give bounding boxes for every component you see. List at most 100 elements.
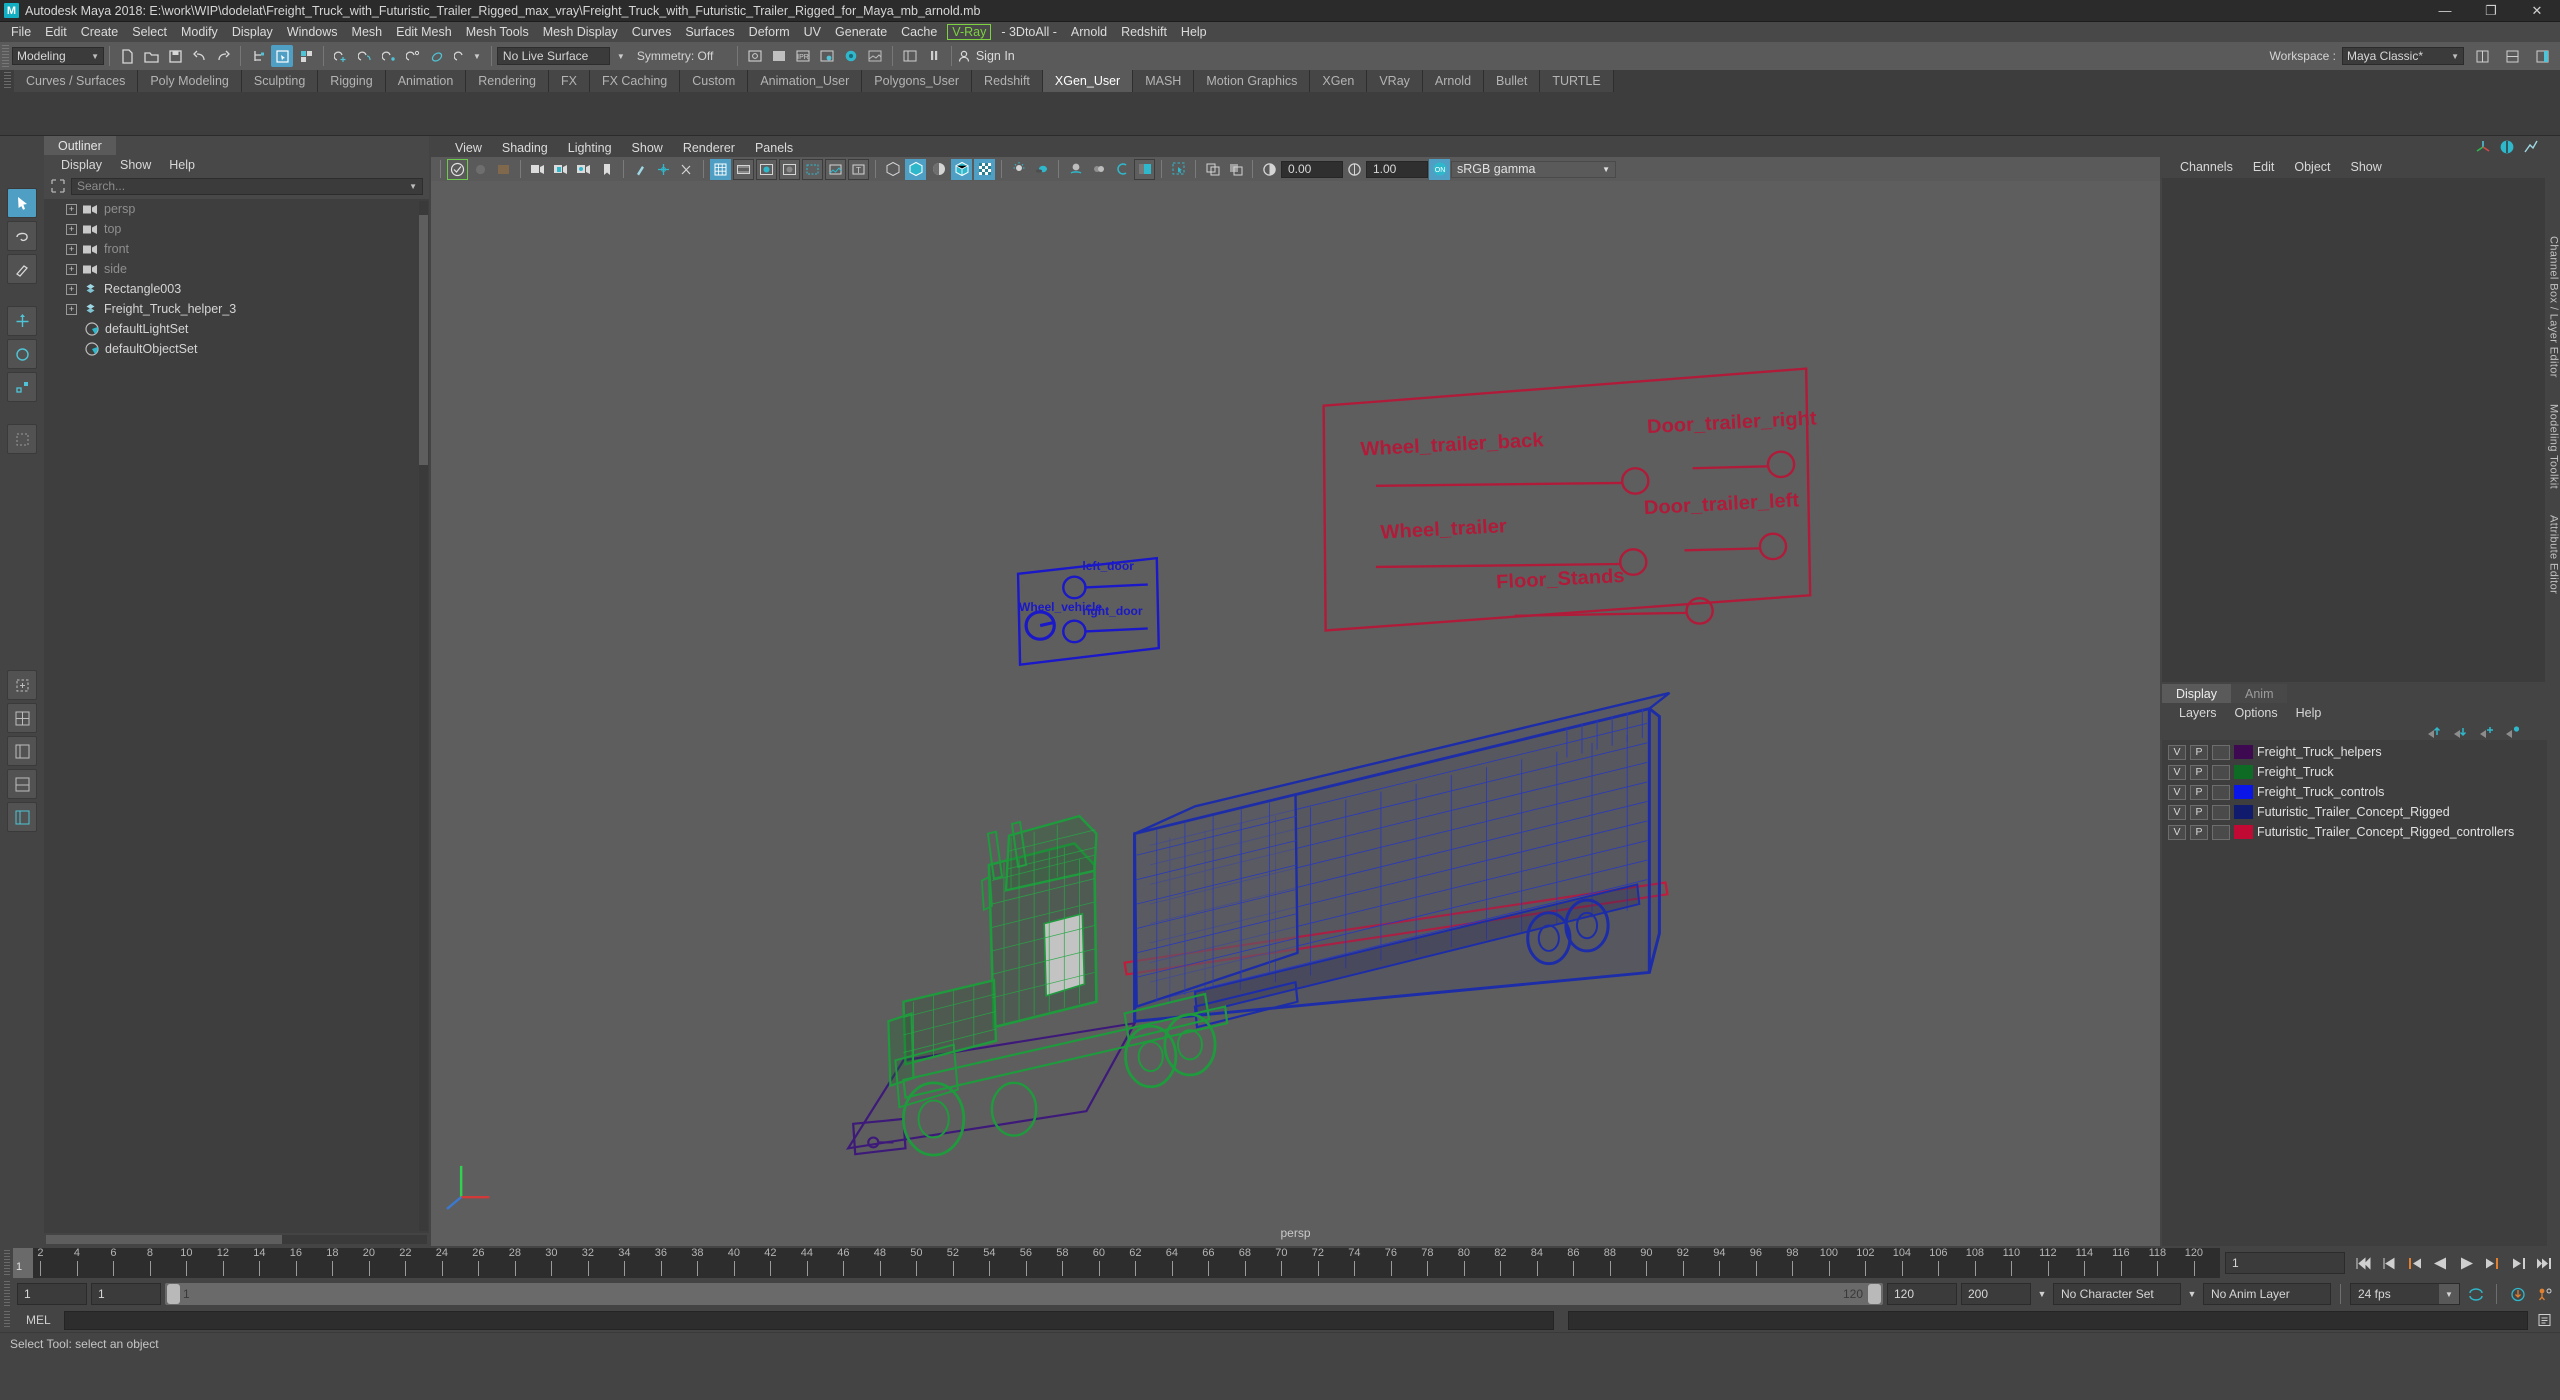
toggle-ui-button[interactable]: [899, 45, 921, 67]
layer-visibility-toggle[interactable]: V: [2168, 784, 2186, 800]
select-by-component-type-button[interactable]: [295, 45, 317, 67]
menu-item-cache[interactable]: Cache: [894, 22, 944, 42]
shelf-tab-arnold[interactable]: Arnold: [1422, 70, 1485, 92]
playback-loop-button[interactable]: [2464, 1283, 2487, 1305]
layer-display-type-toggle[interactable]: [2212, 784, 2230, 800]
live-surface-field[interactable]: No Live Surface: [496, 47, 610, 65]
maximize-button[interactable]: ❐: [2468, 0, 2514, 22]
color-management-toggle-icon[interactable]: ON: [1429, 158, 1450, 180]
outliner-item-side[interactable]: + side: [44, 259, 429, 279]
shelf-tab-curves-surfaces[interactable]: Curves / Surfaces: [14, 70, 139, 92]
go-to-end-button[interactable]: [2533, 1252, 2556, 1274]
grid-icon[interactable]: [710, 158, 731, 180]
menu-item-deform[interactable]: Deform: [742, 22, 797, 42]
command-input-field[interactable]: [63, 1310, 1554, 1330]
viewport-3d[interactable]: Wheel_trailer_back Door_trailer_right Wh…: [431, 181, 2160, 1246]
new-layer-icon[interactable]: [2478, 724, 2495, 739]
layer-menu-help[interactable]: Help: [2287, 706, 2331, 720]
gamma-icon[interactable]: [1344, 159, 1365, 180]
snap-to-projected-center-button[interactable]: [402, 45, 424, 67]
outliner-tree[interactable]: + persp + top + front + side + Rectangle003 + Freig…: [44, 199, 429, 1233]
layer-playback-toggle[interactable]: P: [2190, 824, 2208, 840]
playback-speed-selector[interactable]: 24 fps ▼: [2350, 1283, 2460, 1305]
current-time-field[interactable]: 1: [2225, 1252, 2345, 1274]
layer-display-type-toggle[interactable]: [2212, 744, 2230, 760]
move-layer-down-icon[interactable]: [2452, 724, 2469, 739]
outliner-menu-help[interactable]: Help: [160, 158, 204, 172]
snap-to-curve-button[interactable]: [354, 45, 376, 67]
layer-playback-toggle[interactable]: P: [2190, 804, 2208, 820]
channel-box-menu-edit[interactable]: Edit: [2243, 160, 2285, 174]
viewport-menu-shading[interactable]: Shading: [492, 141, 558, 155]
viewport-menu-view[interactable]: View: [445, 141, 492, 155]
outliner-horizontal-scrollbar[interactable]: [44, 1233, 429, 1246]
gate-mask-icon[interactable]: [779, 158, 800, 180]
go-to-start-button[interactable]: [2351, 1252, 2374, 1274]
layer-display-type-toggle[interactable]: [2212, 804, 2230, 820]
film-origin-icon[interactable]: [802, 158, 823, 180]
depth-of-field-icon[interactable]: [1134, 158, 1155, 180]
layer-editor-tab-anim[interactable]: Anim: [2231, 684, 2288, 703]
step-back-frame-button[interactable]: [2403, 1252, 2426, 1274]
xray-mode-icon[interactable]: [1202, 159, 1223, 180]
layer-color-swatch[interactable]: [2234, 765, 2253, 779]
shelf-tab-fx[interactable]: FX: [548, 70, 590, 92]
layer-visibility-toggle[interactable]: V: [2168, 824, 2186, 840]
save-scene-button[interactable]: [164, 45, 186, 67]
time-slider-cursor[interactable]: 1: [13, 1248, 33, 1278]
shelf-tab-motion-graphics[interactable]: Motion Graphics: [1194, 70, 1311, 92]
layer-visibility-toggle[interactable]: V: [2168, 804, 2186, 820]
minimize-button[interactable]: —: [2422, 0, 2468, 22]
move-tool-button[interactable]: [7, 306, 37, 336]
filter-icon[interactable]: [50, 178, 66, 194]
shelf-tab-sculpting[interactable]: Sculpting: [241, 70, 319, 92]
channel-box-menu-channels[interactable]: Channels: [2170, 160, 2243, 174]
xray-joints-icon[interactable]: [653, 159, 674, 180]
menu-item-v-ray[interactable]: V-Ray: [947, 24, 992, 40]
menu-item-help[interactable]: Help: [1174, 22, 1214, 42]
undo-button[interactable]: [188, 45, 210, 67]
close-button[interactable]: ✕: [2514, 0, 2560, 22]
outliner-tab[interactable]: Outliner: [44, 136, 116, 155]
pause-button[interactable]: [923, 45, 945, 67]
viewport-menu-renderer[interactable]: Renderer: [673, 141, 745, 155]
lock-camera-icon[interactable]: [470, 159, 491, 180]
smooth-shade-selected-icon[interactable]: [928, 159, 949, 180]
time-slider[interactable]: 1 2 4 6 8 10 12 14 16 18 20 22 24 26 28 30 32 34 36 38 40 42…: [13, 1248, 2220, 1278]
persp-graph-layout-button[interactable]: [7, 769, 37, 799]
toggle-right-panel-button[interactable]: [2531, 45, 2553, 67]
outliner-menu-show[interactable]: Show: [111, 158, 160, 172]
anim-layer-field[interactable]: No Anim Layer: [2203, 1283, 2331, 1305]
resolution-gate-icon[interactable]: [756, 158, 777, 180]
expand-toggle-icon[interactable]: +: [66, 303, 77, 315]
last-tool-used-button[interactable]: [7, 424, 37, 454]
outliner-search-input[interactable]: Search... ▼: [71, 177, 423, 195]
expand-toggle-icon[interactable]: +: [66, 263, 77, 275]
character-set-chevron-icon[interactable]: ▼: [2035, 1283, 2049, 1305]
display-layer-row[interactable]: V P Freight_Truck_helpers: [2162, 742, 2547, 762]
outliner-item-freight_truck_helper_3[interactable]: + Freight_Truck_helper_3: [44, 299, 429, 319]
auto-keyframe-button[interactable]: [2506, 1283, 2529, 1305]
outliner-item-defaultlightset[interactable]: defaultLightSet: [44, 319, 429, 339]
menu-set-selector[interactable]: Modeling ▼: [12, 47, 104, 65]
menu-item-display[interactable]: Display: [225, 22, 280, 42]
outliner-vertical-scrollbar[interactable]: [419, 201, 428, 1231]
new-layer-from-selected-icon[interactable]: [2504, 724, 2521, 739]
wireframe-shading-icon[interactable]: [882, 159, 903, 180]
timeline-grip[interactable]: [4, 1250, 10, 1276]
motion-blur-icon[interactable]: [1088, 159, 1109, 180]
live-surface-chevron-icon[interactable]: ▼: [617, 52, 625, 61]
symmetry-field[interactable]: Symmetry: Off: [632, 47, 732, 65]
layer-menu-layers[interactable]: Layers: [2170, 706, 2226, 720]
render-view-button[interactable]: [864, 45, 886, 67]
select-tool-button[interactable]: [7, 188, 37, 218]
chevron-down-icon[interactable]: ▼: [409, 182, 417, 191]
text-overlay-icon[interactable]: T: [848, 158, 869, 180]
make-live-button[interactable]: [450, 45, 472, 67]
shelf-tab-xgen-user[interactable]: XGen_User: [1042, 70, 1134, 92]
ipr-render-button[interactable]: IPR: [792, 45, 814, 67]
select-camera-icon[interactable]: [447, 158, 468, 180]
shelf-tab-rendering[interactable]: Rendering: [466, 70, 549, 92]
step-forward-key-button[interactable]: [2507, 1252, 2530, 1274]
smooth-shade-all-icon[interactable]: [905, 158, 926, 180]
